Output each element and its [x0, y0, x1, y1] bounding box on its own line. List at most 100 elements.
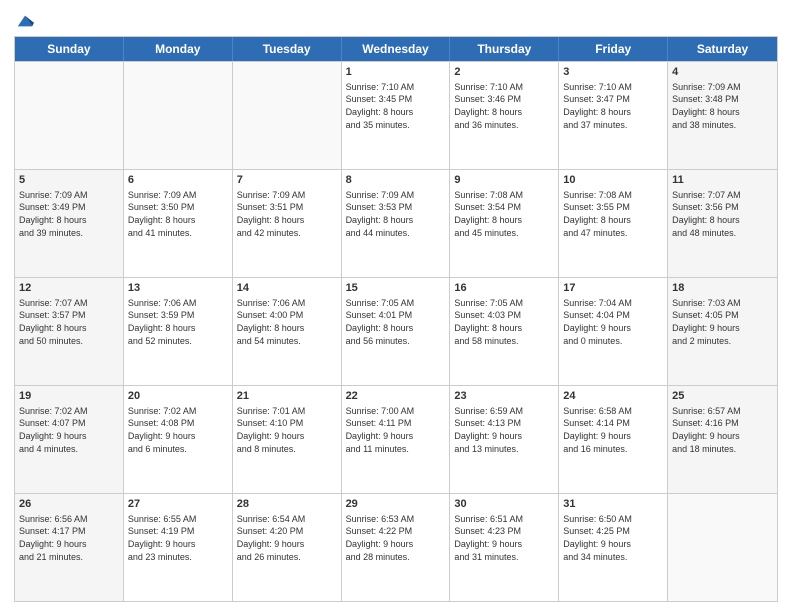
weekday-header-sunday: Sunday — [15, 37, 124, 61]
day-cell-19: 19Sunrise: 7:02 AM Sunset: 4:07 PM Dayli… — [15, 386, 124, 493]
calendar-header: SundayMondayTuesdayWednesdayThursdayFrid… — [15, 37, 777, 61]
day-cell-25: 25Sunrise: 6:57 AM Sunset: 4:16 PM Dayli… — [668, 386, 777, 493]
weekday-header-wednesday: Wednesday — [342, 37, 451, 61]
day-number: 27 — [128, 497, 228, 512]
calendar: SundayMondayTuesdayWednesdayThursdayFrid… — [14, 36, 778, 602]
day-info: Sunrise: 7:10 AM Sunset: 3:46 PM Dayligh… — [454, 81, 554, 131]
day-cell-13: 13Sunrise: 7:06 AM Sunset: 3:59 PM Dayli… — [124, 278, 233, 385]
day-info: Sunrise: 6:56 AM Sunset: 4:17 PM Dayligh… — [19, 513, 119, 563]
day-cell-9: 9Sunrise: 7:08 AM Sunset: 3:54 PM Daylig… — [450, 170, 559, 277]
day-info: Sunrise: 6:50 AM Sunset: 4:25 PM Dayligh… — [563, 513, 663, 563]
day-number: 6 — [128, 173, 228, 188]
day-cell-20: 20Sunrise: 7:02 AM Sunset: 4:08 PM Dayli… — [124, 386, 233, 493]
day-cell-10: 10Sunrise: 7:08 AM Sunset: 3:55 PM Dayli… — [559, 170, 668, 277]
logo — [14, 12, 34, 28]
day-info: Sunrise: 6:53 AM Sunset: 4:22 PM Dayligh… — [346, 513, 446, 563]
day-cell-26: 26Sunrise: 6:56 AM Sunset: 4:17 PM Dayli… — [15, 494, 124, 601]
day-number: 26 — [19, 497, 119, 512]
day-info: Sunrise: 6:58 AM Sunset: 4:14 PM Dayligh… — [563, 405, 663, 455]
day-cell-21: 21Sunrise: 7:01 AM Sunset: 4:10 PM Dayli… — [233, 386, 342, 493]
day-info: Sunrise: 7:06 AM Sunset: 4:00 PM Dayligh… — [237, 297, 337, 347]
day-cell-27: 27Sunrise: 6:55 AM Sunset: 4:19 PM Dayli… — [124, 494, 233, 601]
day-cell-14: 14Sunrise: 7:06 AM Sunset: 4:00 PM Dayli… — [233, 278, 342, 385]
day-cell-2: 2Sunrise: 7:10 AM Sunset: 3:46 PM Daylig… — [450, 62, 559, 169]
day-number: 2 — [454, 65, 554, 80]
day-info: Sunrise: 7:03 AM Sunset: 4:05 PM Dayligh… — [672, 297, 773, 347]
header — [14, 12, 778, 28]
day-cell-23: 23Sunrise: 6:59 AM Sunset: 4:13 PM Dayli… — [450, 386, 559, 493]
day-number: 1 — [346, 65, 446, 80]
day-cell-5: 5Sunrise: 7:09 AM Sunset: 3:49 PM Daylig… — [15, 170, 124, 277]
day-number: 12 — [19, 281, 119, 296]
day-cell-22: 22Sunrise: 7:00 AM Sunset: 4:11 PM Dayli… — [342, 386, 451, 493]
day-info: Sunrise: 6:57 AM Sunset: 4:16 PM Dayligh… — [672, 405, 773, 455]
weekday-header-monday: Monday — [124, 37, 233, 61]
day-number: 9 — [454, 173, 554, 188]
day-number: 25 — [672, 389, 773, 404]
day-number: 31 — [563, 497, 663, 512]
day-number: 3 — [563, 65, 663, 80]
page: SundayMondayTuesdayWednesdayThursdayFrid… — [0, 0, 792, 612]
day-number: 19 — [19, 389, 119, 404]
day-cell-31: 31Sunrise: 6:50 AM Sunset: 4:25 PM Dayli… — [559, 494, 668, 601]
logo-icon — [16, 12, 34, 30]
day-number: 21 — [237, 389, 337, 404]
calendar-row-4: 19Sunrise: 7:02 AM Sunset: 4:07 PM Dayli… — [15, 385, 777, 493]
calendar-row-1: 1Sunrise: 7:10 AM Sunset: 3:45 PM Daylig… — [15, 61, 777, 169]
day-cell-24: 24Sunrise: 6:58 AM Sunset: 4:14 PM Dayli… — [559, 386, 668, 493]
day-cell-30: 30Sunrise: 6:51 AM Sunset: 4:23 PM Dayli… — [450, 494, 559, 601]
calendar-row-5: 26Sunrise: 6:56 AM Sunset: 4:17 PM Dayli… — [15, 493, 777, 601]
empty-cell-r0c0 — [15, 62, 124, 169]
weekday-header-thursday: Thursday — [450, 37, 559, 61]
day-number: 30 — [454, 497, 554, 512]
day-info: Sunrise: 7:02 AM Sunset: 4:08 PM Dayligh… — [128, 405, 228, 455]
day-cell-1: 1Sunrise: 7:10 AM Sunset: 3:45 PM Daylig… — [342, 62, 451, 169]
day-number: 23 — [454, 389, 554, 404]
day-cell-7: 7Sunrise: 7:09 AM Sunset: 3:51 PM Daylig… — [233, 170, 342, 277]
day-info: Sunrise: 7:06 AM Sunset: 3:59 PM Dayligh… — [128, 297, 228, 347]
day-number: 28 — [237, 497, 337, 512]
weekday-header-tuesday: Tuesday — [233, 37, 342, 61]
day-info: Sunrise: 7:02 AM Sunset: 4:07 PM Dayligh… — [19, 405, 119, 455]
day-number: 29 — [346, 497, 446, 512]
day-info: Sunrise: 7:05 AM Sunset: 4:03 PM Dayligh… — [454, 297, 554, 347]
day-info: Sunrise: 6:55 AM Sunset: 4:19 PM Dayligh… — [128, 513, 228, 563]
day-cell-12: 12Sunrise: 7:07 AM Sunset: 3:57 PM Dayli… — [15, 278, 124, 385]
day-cell-11: 11Sunrise: 7:07 AM Sunset: 3:56 PM Dayli… — [668, 170, 777, 277]
day-number: 17 — [563, 281, 663, 296]
day-number: 4 — [672, 65, 773, 80]
day-number: 24 — [563, 389, 663, 404]
day-info: Sunrise: 7:09 AM Sunset: 3:49 PM Dayligh… — [19, 189, 119, 239]
day-cell-3: 3Sunrise: 7:10 AM Sunset: 3:47 PM Daylig… — [559, 62, 668, 169]
day-number: 20 — [128, 389, 228, 404]
day-info: Sunrise: 6:54 AM Sunset: 4:20 PM Dayligh… — [237, 513, 337, 563]
empty-cell-r4c6 — [668, 494, 777, 601]
day-info: Sunrise: 7:08 AM Sunset: 3:54 PM Dayligh… — [454, 189, 554, 239]
day-info: Sunrise: 7:10 AM Sunset: 3:45 PM Dayligh… — [346, 81, 446, 131]
day-number: 18 — [672, 281, 773, 296]
day-number: 16 — [454, 281, 554, 296]
day-number: 14 — [237, 281, 337, 296]
day-cell-8: 8Sunrise: 7:09 AM Sunset: 3:53 PM Daylig… — [342, 170, 451, 277]
day-info: Sunrise: 6:51 AM Sunset: 4:23 PM Dayligh… — [454, 513, 554, 563]
calendar-row-3: 12Sunrise: 7:07 AM Sunset: 3:57 PM Dayli… — [15, 277, 777, 385]
empty-cell-r0c2 — [233, 62, 342, 169]
day-cell-4: 4Sunrise: 7:09 AM Sunset: 3:48 PM Daylig… — [668, 62, 777, 169]
weekday-header-friday: Friday — [559, 37, 668, 61]
day-info: Sunrise: 7:04 AM Sunset: 4:04 PM Dayligh… — [563, 297, 663, 347]
day-info: Sunrise: 7:08 AM Sunset: 3:55 PM Dayligh… — [563, 189, 663, 239]
day-info: Sunrise: 7:09 AM Sunset: 3:53 PM Dayligh… — [346, 189, 446, 239]
empty-cell-r0c1 — [124, 62, 233, 169]
day-info: Sunrise: 7:00 AM Sunset: 4:11 PM Dayligh… — [346, 405, 446, 455]
day-info: Sunrise: 7:07 AM Sunset: 3:56 PM Dayligh… — [672, 189, 773, 239]
day-info: Sunrise: 7:10 AM Sunset: 3:47 PM Dayligh… — [563, 81, 663, 131]
day-number: 22 — [346, 389, 446, 404]
day-cell-17: 17Sunrise: 7:04 AM Sunset: 4:04 PM Dayli… — [559, 278, 668, 385]
day-cell-16: 16Sunrise: 7:05 AM Sunset: 4:03 PM Dayli… — [450, 278, 559, 385]
calendar-row-2: 5Sunrise: 7:09 AM Sunset: 3:49 PM Daylig… — [15, 169, 777, 277]
day-info: Sunrise: 7:09 AM Sunset: 3:50 PM Dayligh… — [128, 189, 228, 239]
day-number: 10 — [563, 173, 663, 188]
day-cell-6: 6Sunrise: 7:09 AM Sunset: 3:50 PM Daylig… — [124, 170, 233, 277]
day-cell-15: 15Sunrise: 7:05 AM Sunset: 4:01 PM Dayli… — [342, 278, 451, 385]
day-info: Sunrise: 6:59 AM Sunset: 4:13 PM Dayligh… — [454, 405, 554, 455]
